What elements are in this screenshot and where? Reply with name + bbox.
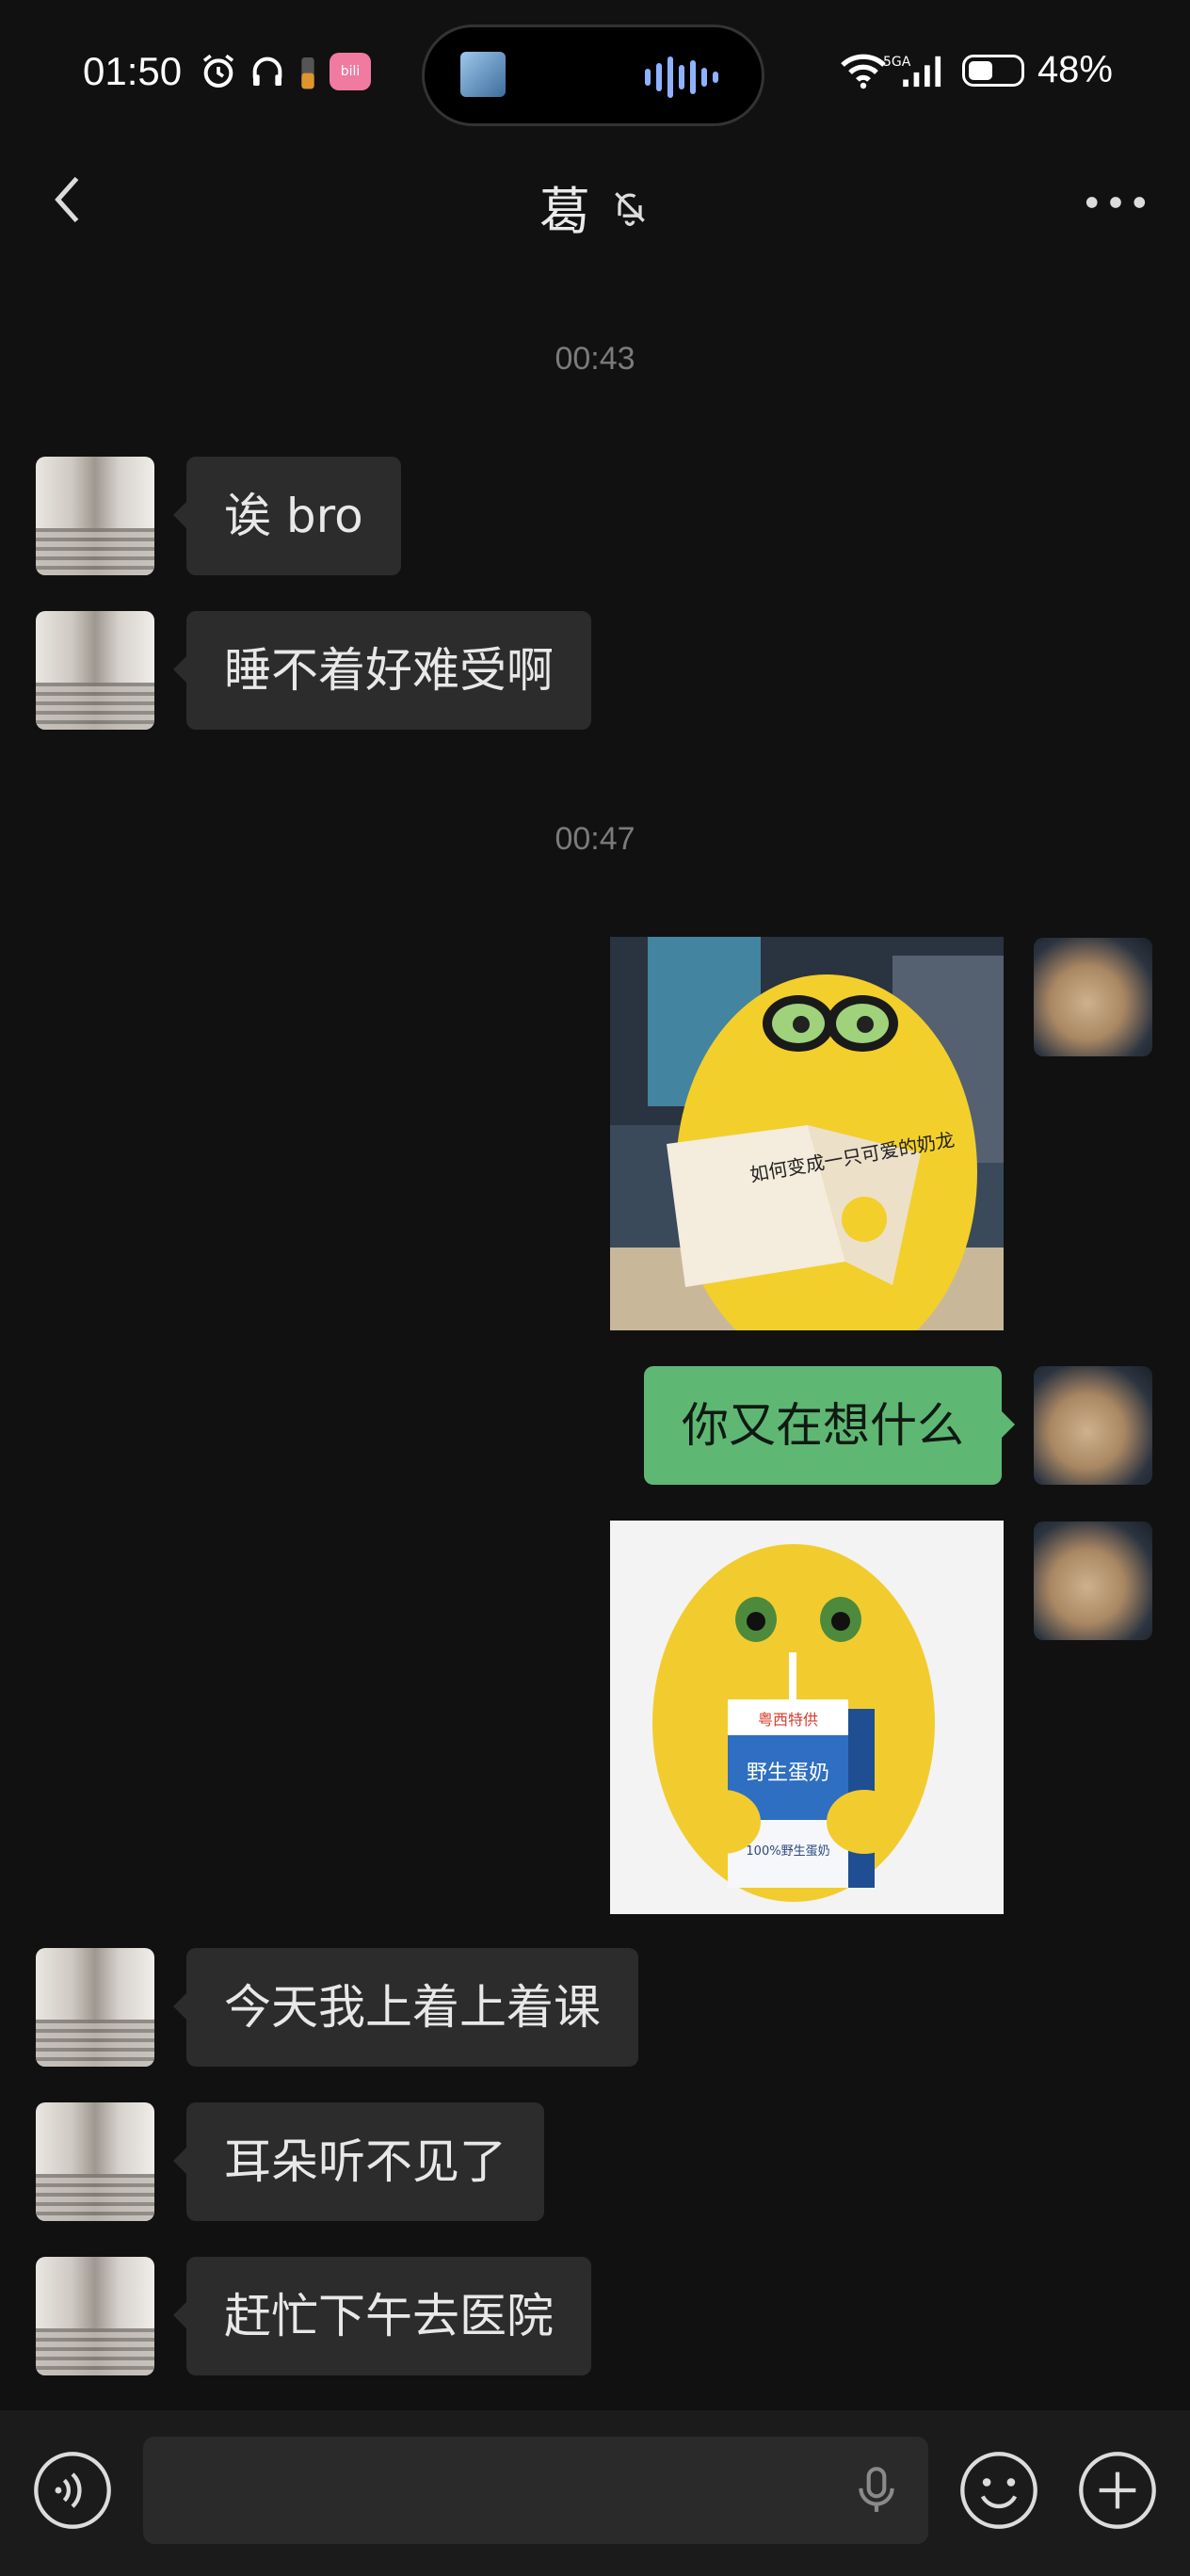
- more-horizontal-icon[interactable]: [1083, 179, 1149, 226]
- headphone-battery-icon: [301, 57, 314, 89]
- bilibili-app-icon: bili: [330, 53, 371, 90]
- timestamp: 00:43: [555, 341, 635, 377]
- timestamp: 00:47: [555, 821, 635, 857]
- message-bubble[interactable]: 耳朵听不见了: [173, 2102, 544, 2221]
- battery-icon: [961, 54, 1024, 87]
- avatar-contact[interactable]: [36, 457, 154, 575]
- sticker-subtitle: 100%野生蛋奶: [746, 1844, 829, 1859]
- audio-wave-icon: [645, 56, 718, 99]
- chat-header: 葛: [0, 151, 1190, 254]
- alarm-icon: [202, 54, 234, 88]
- sticker-image[interactable]: 粤西特供 野生蛋奶 100%野生蛋奶: [610, 1521, 1004, 1914]
- sticker-brand: 粤西特供: [758, 1711, 818, 1729]
- avatar-self[interactable]: [1034, 1366, 1152, 1485]
- page-title[interactable]: 葛: [539, 169, 590, 244]
- status-bar: 01:50 bili 5GA 48%: [0, 0, 1190, 141]
- headphones-icon: [252, 56, 282, 86]
- sticker-reading-milk-dragon: 如何变成一只可爱的奶龙: [610, 937, 1004, 1330]
- message-input[interactable]: [143, 2437, 928, 2544]
- avatar-contact[interactable]: [36, 611, 154, 730]
- signal-icon: [903, 56, 941, 87]
- message-bubble-self[interactable]: 你又在想什么: [644, 1366, 1015, 1485]
- sticker-egg-milk-dragon: 粤西特供 野生蛋奶 100%野生蛋奶: [610, 1521, 1004, 1914]
- avatar-self[interactable]: [1034, 938, 1152, 1056]
- message-bubble[interactable]: 赶忙下午去医院: [173, 2257, 591, 2375]
- emoji-icon[interactable]: [958, 2450, 1039, 2531]
- input-bar: [0, 2410, 1190, 2576]
- plus-circle-icon[interactable]: [1077, 2450, 1158, 2531]
- avatar-contact[interactable]: [36, 2102, 154, 2221]
- clock: 01:50: [83, 49, 183, 93]
- status-icons: bili: [200, 53, 371, 90]
- media-thumbnail: [460, 52, 506, 97]
- avatar-contact[interactable]: [36, 2257, 154, 2375]
- status-right: 48%: [840, 49, 1113, 91]
- microphone-icon[interactable]: [853, 2465, 900, 2516]
- avatar-self[interactable]: [1034, 1521, 1152, 1640]
- dynamic-island[interactable]: [422, 24, 764, 126]
- wifi-icon: [841, 54, 886, 89]
- battery-percent: 48%: [1037, 49, 1113, 90]
- title-area: 葛: [0, 169, 1190, 244]
- message-bubble[interactable]: 今天我上着上着课: [173, 1948, 638, 2067]
- sticker-image[interactable]: 如何变成一只可爱的奶龙: [610, 937, 1004, 1330]
- voice-mode-icon[interactable]: [32, 2450, 113, 2531]
- avatar-contact[interactable]: [36, 1948, 154, 2067]
- message-bubble[interactable]: 睡不着好难受啊: [173, 611, 591, 730]
- bell-off-icon: [615, 191, 645, 226]
- sticker-title: 野生蛋奶: [747, 1762, 829, 1785]
- message-bubble[interactable]: 诶 bro: [173, 457, 401, 575]
